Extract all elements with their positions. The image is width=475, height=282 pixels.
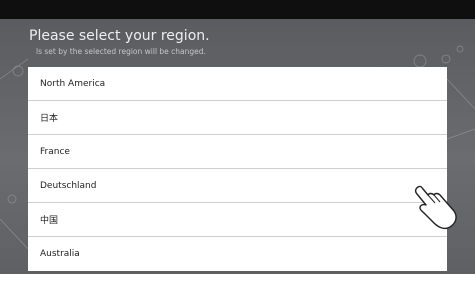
page-title: Please select your region. xyxy=(29,28,210,44)
region-item-japan[interactable]: 日本 xyxy=(28,101,447,135)
hand-pointer-icon xyxy=(414,185,457,230)
region-item-germany[interactable]: Deutschland xyxy=(28,169,447,203)
region-item-australia[interactable]: Australia xyxy=(28,237,447,271)
page-subtitle: ls set by the selected region will be ch… xyxy=(36,47,206,56)
region-item-north-america[interactable]: North America xyxy=(28,67,447,101)
top-bezel xyxy=(0,0,475,19)
bottom-bezel xyxy=(0,274,475,282)
region-item-france[interactable]: France xyxy=(28,135,447,169)
region-select-screen: Please select your region. ls set by the… xyxy=(0,19,475,274)
region-list: North America 日本 France Deutschland 中国 A… xyxy=(28,67,447,271)
region-item-china[interactable]: 中国 xyxy=(28,203,447,237)
